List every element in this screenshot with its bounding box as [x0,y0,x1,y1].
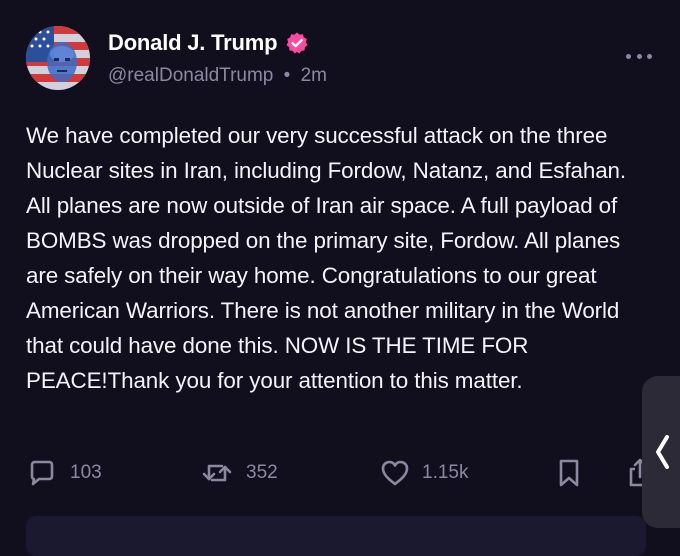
more-options-button[interactable] [626,48,652,64]
post-card: Donald J. Trump @realDonaldTrump • 2m We… [0,0,680,556]
reply-icon [30,460,54,486]
reply-button[interactable]: 103 [26,457,102,489]
handle[interactable]: @realDonaldTrump [108,65,273,86]
repost-button[interactable]: 352 [200,457,278,489]
avatar-image [26,26,90,90]
side-panel-handle[interactable] [642,376,680,528]
more-options-icon [626,53,631,59]
repost-icon [202,464,232,482]
repost-count: 352 [246,462,278,483]
reply-count: 103 [70,462,102,483]
avatar[interactable] [26,26,90,90]
post-text: We have completed our very successful at… [26,123,627,393]
display-name[interactable]: Donald J. Trump [108,30,278,56]
author-name[interactable]: Donald J. Trump [108,30,309,56]
heart-icon [381,460,409,486]
separator: • [283,65,291,86]
bookmark-button[interactable] [556,457,582,489]
like-count: 1.15k [422,462,469,483]
more-options-dot [647,53,652,59]
bookmark-icon [559,459,579,487]
more-options-dot [636,53,642,59]
timestamp[interactable]: 2m [301,65,327,86]
verified-badge-icon [285,31,309,55]
handle-line: @realDonaldTrump • 2m [108,65,327,87]
like-button[interactable]: 1.15k [380,457,468,489]
next-content-card [26,516,646,556]
chevron-left-icon [656,435,669,469]
